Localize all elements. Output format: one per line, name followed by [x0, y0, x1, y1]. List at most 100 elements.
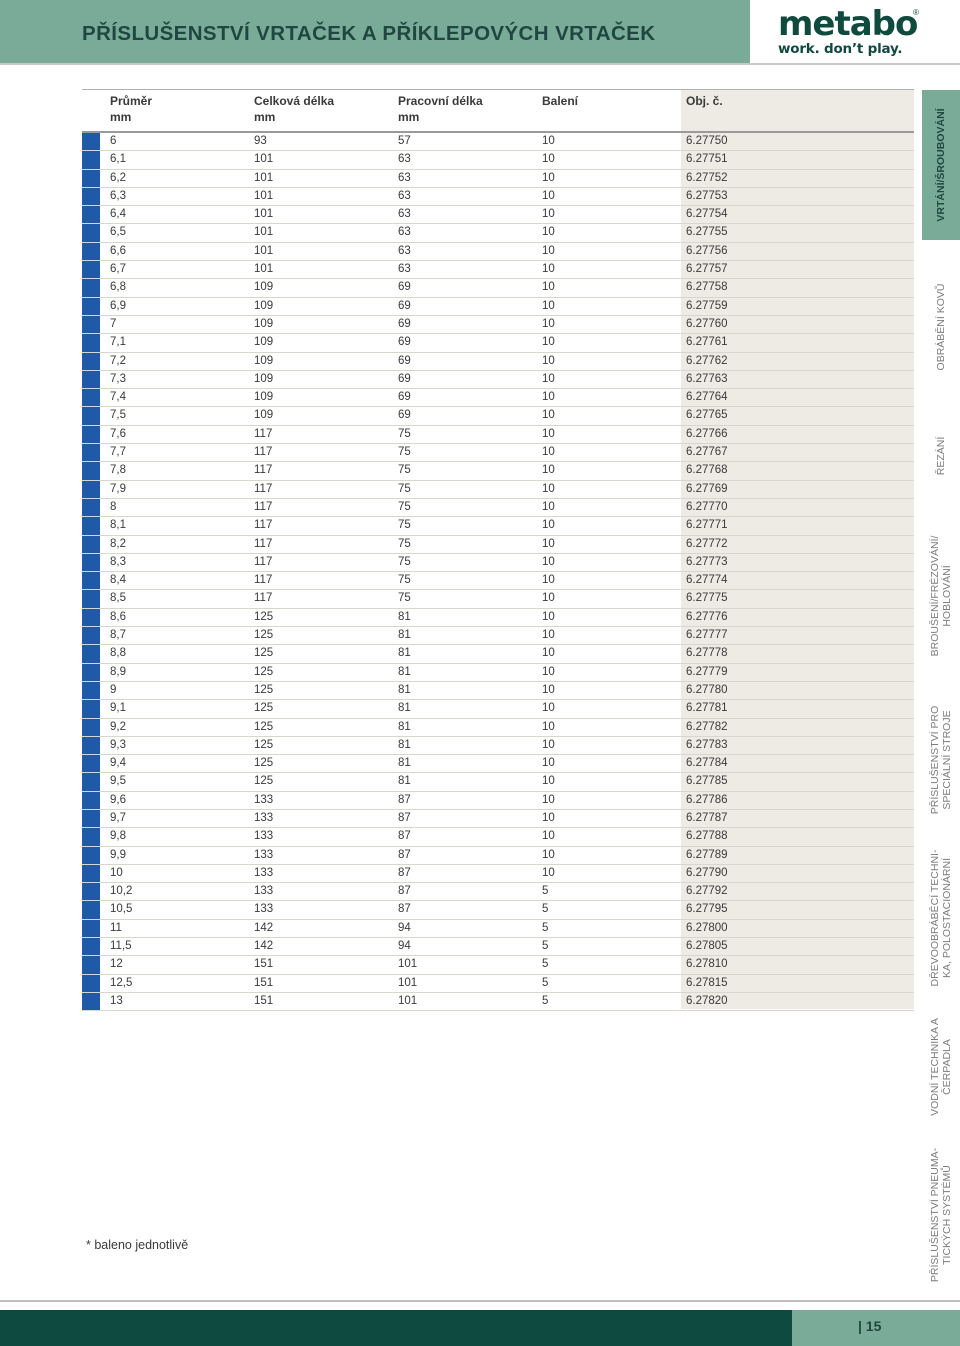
- cell-order-number: 6.27790: [686, 866, 728, 879]
- cell-packaging: 10: [542, 427, 555, 440]
- side-nav-item[interactable]: OBRÁBĚNÍ KOVŮ: [922, 252, 960, 402]
- cell-diameter: 9: [110, 683, 117, 696]
- side-nav-label: BROUŠENÍ/FRÉZOVÁNÍ/HOBLOVÁNÍ: [929, 536, 953, 657]
- cell-total-length: 101: [254, 226, 274, 239]
- cell-packaging: 5: [542, 994, 549, 1007]
- cell-packaging: 5: [542, 885, 549, 898]
- table-row: 8,7 125 81 10 6.27777: [82, 627, 914, 646]
- side-nav-label-line: ČERPADLA: [941, 1039, 953, 1095]
- row-marker: [82, 169, 100, 187]
- cell-total-length: 93: [254, 135, 267, 147]
- cell-working-length: 94: [398, 940, 411, 953]
- cell-total-length: 109: [254, 281, 274, 294]
- cell-total-length: 109: [254, 354, 274, 367]
- table-row: 7,7 117 75 10 6.27767: [82, 444, 914, 463]
- cell-diameter: 7,2: [110, 354, 126, 367]
- cell-order-number: 6.27787: [686, 811, 728, 824]
- row-marker: [82, 407, 100, 425]
- cell-order-number: 6.27755: [686, 226, 728, 239]
- column-header-total-length: Celková délka mm: [254, 94, 335, 124]
- table-row: 6,4 101 63 10 6.27754: [82, 206, 914, 225]
- side-nav-label: VRTÁNÍ/ŠROUBOVÁNÍ: [935, 108, 947, 221]
- cell-order-number: 6.27779: [686, 665, 728, 678]
- side-nav-label-line: DŘEVOOBRÁBĚCÍ TECHNI-: [929, 849, 941, 987]
- cell-diameter: 10,2: [110, 885, 133, 898]
- cell-order-number: 6.27750: [686, 135, 728, 147]
- cell-total-length: 125: [254, 610, 274, 623]
- side-nav-item[interactable]: ŘEZÁNÍ: [922, 408, 960, 504]
- cell-total-length: 117: [254, 519, 273, 532]
- cell-diameter: 6,1: [110, 153, 126, 166]
- cell-working-length: 87: [398, 885, 411, 898]
- side-nav-item[interactable]: VRTÁNÍ/ŠROUBOVÁNÍ: [922, 90, 960, 240]
- side-nav-item[interactable]: BROUŠENÍ/FRÉZOVÁNÍ/HOBLOVÁNÍ: [922, 514, 960, 678]
- cell-order-number: 6.27771: [686, 519, 728, 532]
- cell-diameter: 7,9: [110, 482, 126, 495]
- cell-diameter: 6,6: [110, 244, 126, 257]
- cell-packaging: 10: [542, 811, 555, 824]
- row-marker: [82, 187, 100, 206]
- cell-working-length: 69: [398, 372, 411, 385]
- cell-order-number: 6.27776: [686, 610, 728, 623]
- side-nav-item[interactable]: VODNÍ TECHNIKA A ČERPADLA: [922, 1002, 960, 1132]
- cell-diameter: 7,3: [110, 372, 126, 385]
- side-nav-label-line: PŘÍSLUŠENSTVÍ PNEUMA-: [929, 1147, 941, 1283]
- cell-order-number: 6.27758: [686, 281, 728, 294]
- cell-total-length: 101: [254, 189, 274, 202]
- table-row: 10,5 133 87 5 6.27795: [82, 901, 914, 920]
- table-row: 6,3 101 63 10 6.27753: [82, 187, 914, 207]
- cell-diameter: 8,7: [110, 629, 126, 642]
- cell-packaging: 10: [542, 317, 555, 330]
- cell-packaging: 10: [542, 500, 555, 513]
- row-marker: [82, 444, 100, 462]
- footer-rule: [0, 1300, 960, 1302]
- cell-working-length: 81: [398, 702, 411, 715]
- cell-total-length: 125: [254, 757, 274, 770]
- cell-total-length: 151: [254, 994, 274, 1007]
- cell-diameter: 8,5: [110, 592, 126, 605]
- cell-order-number: 6.27751: [686, 153, 728, 166]
- cell-diameter: 8,8: [110, 647, 126, 660]
- cell-packaging: 10: [542, 519, 555, 532]
- cell-total-length: 125: [254, 683, 274, 696]
- cell-packaging: 10: [542, 537, 555, 550]
- table-row: 6,8 109 69 10 6.27758: [82, 279, 914, 298]
- row-marker: [82, 809, 100, 828]
- side-nav-label-line: TICKÝCH SYSTÉMŮ: [941, 1165, 953, 1265]
- row-marker: [82, 663, 100, 681]
- table-row: 9,2 125 81 10 6.27782: [82, 718, 914, 737]
- cell-working-length: 75: [398, 500, 411, 513]
- cell-order-number: 6.27775: [686, 592, 728, 605]
- cell-diameter: 11,5: [110, 940, 132, 953]
- table-row: 9,8 133 87 10 6.27788: [82, 828, 914, 847]
- cell-diameter: 8,1: [110, 519, 126, 532]
- cell-order-number: 6.27789: [686, 848, 728, 861]
- cell-packaging: 5: [542, 940, 549, 953]
- table-row: 9,3 125 81 10 6.27783: [82, 736, 914, 756]
- cell-total-length: 117: [254, 446, 273, 459]
- row-marker: [82, 755, 100, 773]
- row-marker: [82, 700, 100, 718]
- row-marker: [82, 553, 100, 572]
- side-nav-label-line: BROUŠENÍ/FRÉZOVÁNÍ/: [929, 535, 941, 657]
- cell-packaging: 10: [542, 555, 555, 568]
- side-nav-item[interactable]: PŘÍSLUŠENSTVÍ PRO SPECIÁLNÍ STROJE: [922, 686, 960, 834]
- row-marker: [82, 297, 100, 315]
- cell-packaging: 10: [542, 391, 555, 404]
- side-nav-item[interactable]: DŘEVOOBRÁBĚCÍ TECHNI- KA, POLOSTACIONÁRNÍ: [922, 842, 960, 994]
- row-marker: [82, 425, 100, 444]
- side-nav-label: OBRÁBĚNÍ KOVŮ: [935, 284, 947, 371]
- side-nav-label: DŘEVOOBRÁBĚCÍ TECHNI- KA, POLOSTACIONÁRNÍ: [929, 850, 953, 987]
- cell-working-length: 81: [398, 738, 411, 751]
- logo-tagline: work. don’t play.: [778, 41, 903, 57]
- cell-order-number: 6.27754: [686, 208, 728, 221]
- side-nav-item[interactable]: PŘÍSLUŠENSTVÍ PNEUMA- TICKÝCH SYSTÉMŮ: [922, 1140, 960, 1290]
- cell-total-length: 117: [254, 482, 273, 495]
- side-nav-label-line: OBRÁBĚNÍ KOVŮ: [935, 283, 947, 371]
- cell-total-length: 133: [254, 866, 274, 879]
- row-marker: [82, 901, 100, 919]
- cell-diameter: 9,6: [110, 793, 126, 806]
- cell-working-length: 81: [398, 775, 411, 788]
- cell-diameter: 7,4: [110, 391, 126, 404]
- cell-diameter: 6,2: [110, 171, 126, 184]
